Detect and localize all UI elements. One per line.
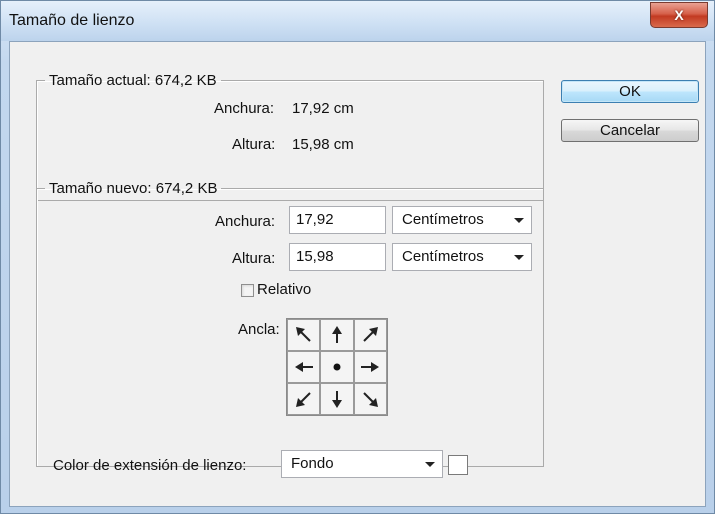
anchor-right[interactable] — [353, 351, 387, 383]
extension-color-select[interactable]: Fondo — [281, 450, 443, 478]
anchor-bottom[interactable] — [320, 383, 354, 415]
anchor-top-left[interactable] — [287, 319, 321, 351]
chevron-down-icon — [425, 462, 435, 467]
anchor-top[interactable] — [320, 319, 354, 351]
extension-color-value: Fondo — [291, 455, 334, 472]
arrow-left-icon — [294, 362, 313, 372]
new-width-input[interactable]: 17,92 — [289, 206, 386, 234]
relative-checkbox[interactable] — [241, 284, 254, 297]
new-width-label: Anchura: — [215, 213, 276, 230]
arrow-up-left-icon — [295, 327, 311, 342]
cancel-button[interactable]: Cancelar — [561, 119, 699, 142]
anchor-left[interactable] — [287, 351, 321, 383]
anchor-label: Ancla: — [238, 321, 280, 338]
ok-button[interactable]: OK — [561, 80, 699, 103]
close-icon: X — [674, 7, 684, 23]
canvas-size-dialog: Tamaño de lienzo X Tamaño actual: 674,2 … — [0, 0, 715, 514]
width-unit-value: Centímetros — [402, 211, 484, 228]
height-unit-value: Centímetros — [402, 248, 484, 265]
new-height-label: Altura: — [232, 250, 276, 267]
chevron-down-icon — [514, 255, 524, 260]
current-width-label: Anchura: — [214, 100, 275, 117]
arrow-down-icon — [331, 391, 342, 408]
title-bar[interactable]: Tamaño de lienzo X — [1, 1, 714, 41]
extension-color-swatch[interactable] — [448, 455, 468, 475]
height-unit-select[interactable]: Centímetros — [392, 243, 532, 271]
current-width-value: 17,92 cm — [292, 100, 354, 117]
current-height-label: Altura: — [232, 136, 276, 153]
anchor-grid[interactable] — [286, 318, 388, 416]
close-button[interactable]: X — [650, 2, 708, 28]
extension-color-label: Color de extensión de lienzo: — [53, 457, 247, 474]
new-size-legend: Tamaño nuevo: 674,2 KB — [49, 180, 218, 197]
chevron-down-icon — [514, 218, 524, 223]
arrow-right-icon — [361, 362, 380, 372]
anchor-center[interactable] — [320, 351, 354, 383]
new-height-input[interactable]: 15,98 — [289, 243, 386, 271]
arrow-down-left-icon — [295, 392, 311, 407]
arrow-down-right-icon — [363, 392, 379, 407]
anchor-center-dot-icon — [333, 363, 341, 371]
current-height-value: 15,98 cm — [292, 136, 354, 153]
anchor-bottom-left[interactable] — [287, 383, 321, 415]
arrow-up-icon — [331, 326, 342, 343]
relative-label[interactable]: Relativo — [257, 281, 311, 298]
current-size-legend: Tamaño actual: 674,2 KB — [49, 72, 217, 89]
anchor-bottom-right[interactable] — [353, 383, 387, 415]
anchor-top-right[interactable] — [353, 319, 387, 351]
width-unit-select[interactable]: Centímetros — [392, 206, 532, 234]
dialog-title: Tamaño de lienzo — [9, 12, 135, 29]
arrow-up-right-icon — [363, 327, 379, 342]
dialog-body: Tamaño actual: 674,2 KB Anchura: 17,92 c… — [9, 41, 706, 507]
